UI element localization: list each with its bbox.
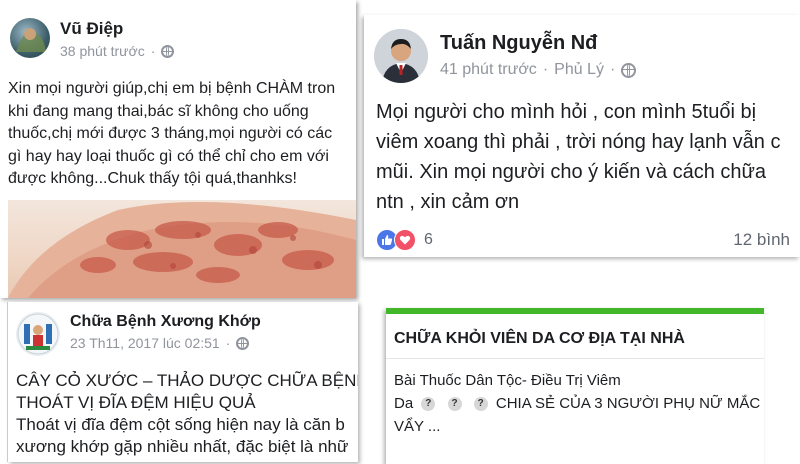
ad-divider bbox=[386, 358, 764, 359]
post-chua-khoi-vien-da[interactable]: CHỮA KHỎI VIÊN DA CƠ ĐỊA TẠI NHÀ Bài Thu… bbox=[386, 308, 764, 464]
globe-icon bbox=[236, 336, 250, 350]
ad-text-line: Bài Thuốc Dân Tộc- Điều Trị Viêm bbox=[394, 372, 621, 389]
love-icon bbox=[394, 229, 416, 251]
reactions-count: 6 bbox=[424, 231, 433, 248]
post-text-line: Thoát vị đĩa đệm cột sống hiện nay là că… bbox=[16, 415, 345, 434]
post-text-line: được không...Chuk thấy tội quá,thanhks! bbox=[8, 170, 297, 187]
post-text-line: mũi. Xin mọi người cho ý kiến và cách ch… bbox=[376, 161, 767, 183]
post-meta: 23 Th11, 2017 lúc 02:51 · bbox=[70, 335, 250, 351]
avatar[interactable] bbox=[10, 18, 50, 58]
post-vu-diep: Vũ Điệp 38 phút trước · Xin mọi người gi… bbox=[0, 0, 356, 298]
post-meta: 38 phút trước · bbox=[60, 43, 175, 59]
avatar[interactable] bbox=[374, 29, 428, 83]
author-name[interactable]: Tuấn Nguyễn Nđ bbox=[440, 32, 597, 55]
globe-icon bbox=[621, 62, 637, 78]
author-name[interactable]: Vũ Điệp bbox=[60, 19, 123, 39]
post-time[interactable]: 41 phút trước bbox=[440, 61, 537, 79]
post-meta: 41 phút trước · Phủ Lý · bbox=[440, 61, 637, 79]
post-text-line: gì hay hay loại thuốc gì có thể chỉ cho … bbox=[8, 147, 329, 165]
ad-title[interactable]: CHỮA KHỎI VIÊN DA CƠ ĐỊA TẠI NHÀ bbox=[394, 330, 685, 348]
post-time[interactable]: 38 phút trước bbox=[60, 43, 145, 59]
question-mark-icon: ? bbox=[421, 397, 436, 412]
avatar[interactable] bbox=[16, 312, 60, 356]
post-chua-benh-xuong-khop: Chữa Bệnh Xương Khớp 23 Th11, 2017 lúc 0… bbox=[8, 302, 358, 462]
post-text-line: CÂY CỎ XƯỚC – THẢO DƯỢC CHỮA BỆNH bbox=[16, 371, 358, 390]
reactions-bar[interactable]: 6 bbox=[376, 229, 433, 251]
post-text-line: viêm xoang thì phải , trời nóng hay lạnh… bbox=[376, 131, 781, 153]
post-photo-skin-rash[interactable] bbox=[8, 200, 356, 298]
post-body: Mọi người cho mình hỏi , con mình 5tuổi … bbox=[376, 97, 780, 217]
post-text-line: thuốc,chị mới được 3 tháng,mọi người có … bbox=[8, 125, 333, 142]
comments-count[interactable]: 12 bình bbox=[733, 230, 790, 250]
post-text-line: Mọi người cho mình hỏi , con mình 5tuổi … bbox=[376, 101, 757, 123]
author-name[interactable]: Chữa Bệnh Xương Khớp bbox=[70, 313, 261, 331]
question-mark-icon: ? bbox=[473, 397, 488, 412]
post-tuan-nguyen: Tuấn Nguyễn Nđ 41 phút trước · Phủ Lý · … bbox=[364, 15, 800, 257]
post-text-line: khi đang mang thai,bác sĩ không cho uống bbox=[8, 102, 309, 120]
post-body: Xin mọi người giúp,chị em bị bệnh CHÀM t… bbox=[8, 78, 335, 191]
globe-icon bbox=[161, 44, 175, 58]
post-time[interactable]: 23 Th11, 2017 lúc 02:51 bbox=[70, 335, 220, 351]
question-mark-icon: ? bbox=[447, 397, 462, 412]
post-location[interactable]: Phủ Lý bbox=[554, 61, 604, 79]
post-text-line: xương khớp gặp nhiều nhất, đặc biệt là n… bbox=[16, 437, 349, 456]
ad-text-line: VẨY ... bbox=[394, 418, 441, 435]
post-text-line: Xin mọi người giúp,chị em bị bệnh CHÀM t… bbox=[8, 80, 336, 97]
ad-text-line-2: Da ? ? ? CHIA SẺ CỦA 3 NGƯỜI PHỤ NỮ MẮC bbox=[394, 395, 761, 412]
post-text-line: ntn , xin cảm ơn bbox=[376, 191, 520, 213]
post-body: CÂY CỎ XƯỚC – THẢO DƯỢC CHỮA BỆNH THOÁT … bbox=[16, 370, 358, 458]
post-text-line: THOÁT VỊ ĐĨA ĐỆM HIỆU QUẢ bbox=[16, 393, 256, 412]
